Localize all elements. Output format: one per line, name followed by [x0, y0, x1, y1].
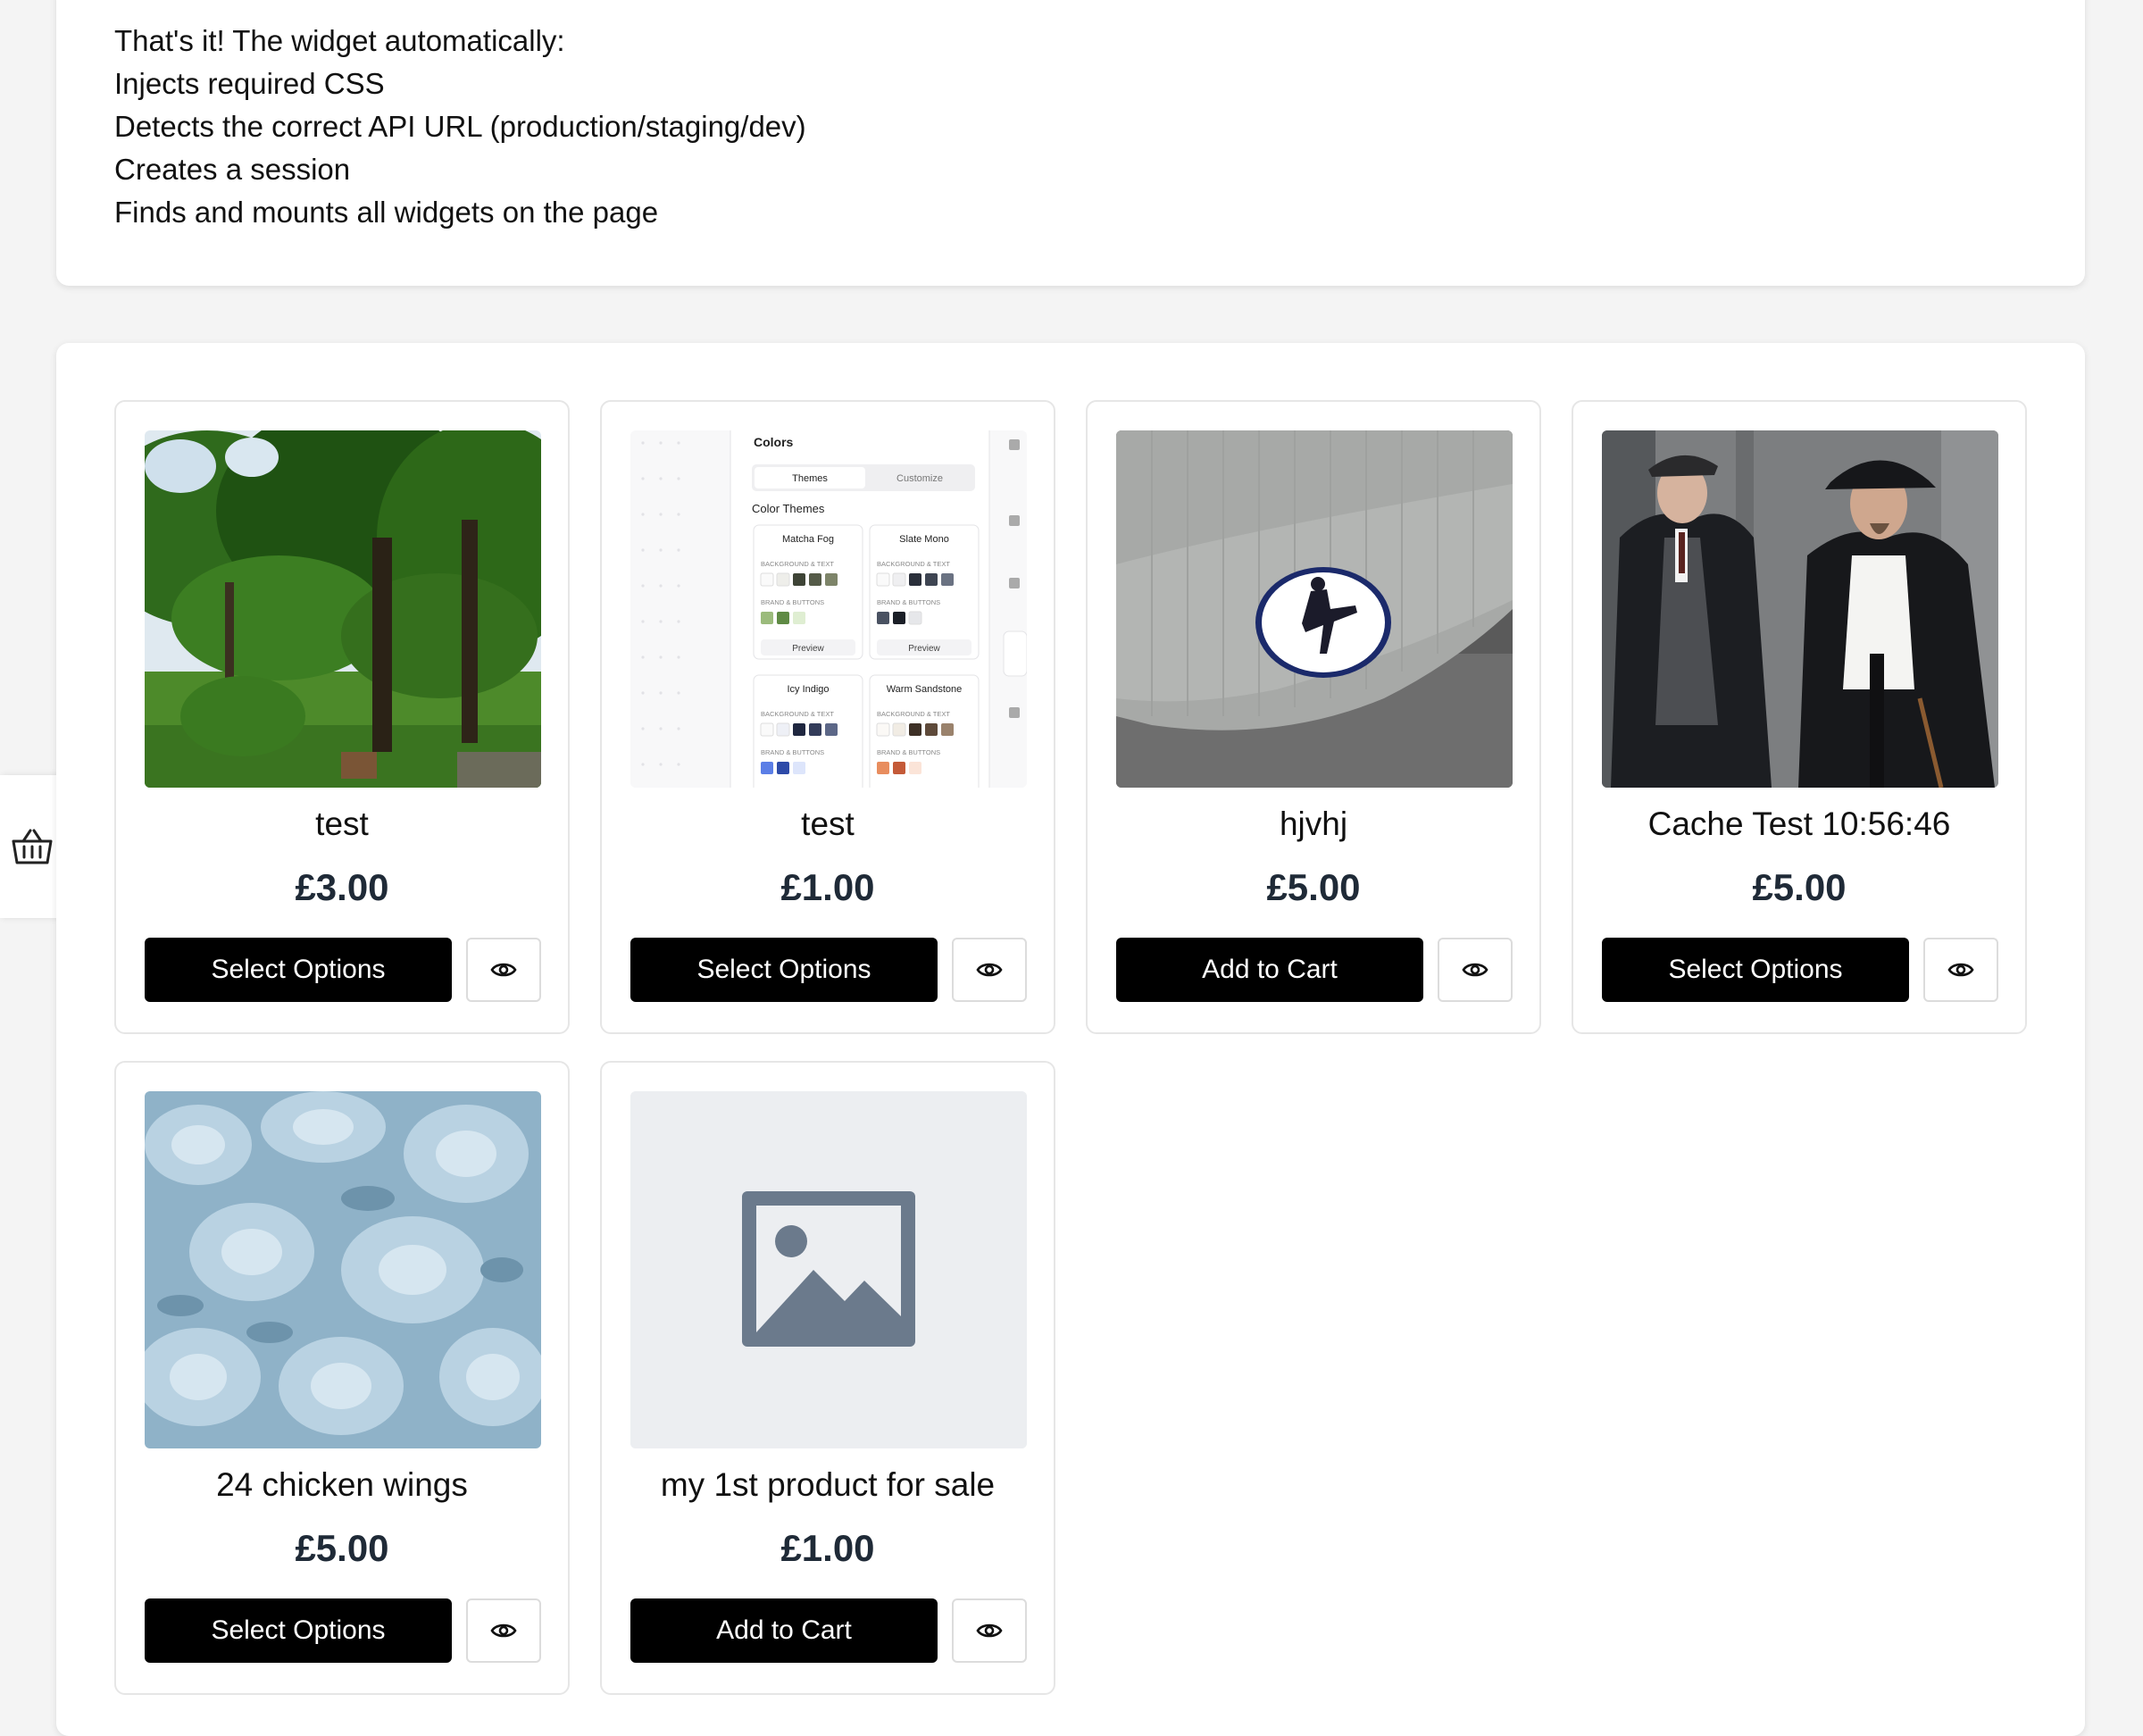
- screenshot-brand-label: BRAND & BUTTONS: [761, 748, 824, 756]
- grey-beanie-image: [1116, 430, 1513, 788]
- quick-view-button[interactable]: [466, 938, 541, 1002]
- product-card: hjvhj £5.00 Add to Cart: [1086, 400, 1541, 1034]
- screenshot-theme-name: Matcha Fog: [782, 534, 834, 545]
- two-men-coats-image: [1602, 430, 1998, 788]
- select-options-button[interactable]: Select Options: [145, 1598, 452, 1663]
- info-line: That's it! The widget automatically:: [114, 24, 565, 57]
- product-image[interactable]: [1116, 430, 1513, 788]
- select-options-button[interactable]: Select Options: [145, 938, 452, 1002]
- screenshot-preview-label: Preview: [792, 644, 824, 654]
- screenshot-theme-name: Warm Sandstone: [887, 684, 963, 695]
- product-name[interactable]: test: [602, 805, 1054, 843]
- product-card: test £3.00 Select Options: [114, 400, 570, 1034]
- product-image[interactable]: [1602, 430, 1998, 788]
- product-price: £3.00: [295, 866, 389, 908]
- product-image[interactable]: [630, 1091, 1027, 1448]
- product-image[interactable]: [145, 1091, 541, 1448]
- screenshot-theme-name: Icy Indigo: [787, 684, 829, 695]
- screenshot-brand-label: BRAND & BUTTONS: [877, 598, 940, 606]
- screenshot-brand-label: BRAND & BUTTONS: [877, 748, 940, 756]
- product-name[interactable]: test: [116, 805, 568, 843]
- widget-info-lines: That's it! The widget automatically: Inj…: [114, 20, 806, 234]
- screenshot-tab-customize: Customize: [896, 473, 943, 484]
- widget-info-card: That's it! The widget automatically: Inj…: [56, 0, 2085, 286]
- screenshot-tab-themes: Themes: [792, 473, 828, 484]
- eye-icon: [976, 963, 1003, 977]
- info-line: Detects the correct API URL (production/…: [114, 110, 806, 143]
- product-name[interactable]: Cache Test 10:56:46: [1573, 805, 2025, 843]
- screenshot-bg-label: BACKGROUND & TEXT: [761, 710, 834, 718]
- product-image[interactable]: [145, 430, 541, 788]
- quick-view-button[interactable]: [1438, 938, 1513, 1002]
- cart-toggle-tab[interactable]: [0, 775, 64, 918]
- quick-view-button[interactable]: [952, 938, 1027, 1002]
- screenshot-bg-label: BACKGROUND & TEXT: [877, 710, 950, 718]
- product-card: Colors Themes Customize Color Themes Mat…: [600, 400, 1055, 1034]
- product-card: Cache Test 10:56:46 £5.00 Select Options: [1572, 400, 2027, 1034]
- add-to-cart-button[interactable]: Add to Cart: [630, 1598, 938, 1663]
- product-image[interactable]: Colors Themes Customize Color Themes Mat…: [630, 430, 1027, 788]
- product-card: 24 chicken wings £5.00 Select Options: [114, 1061, 570, 1695]
- product-name[interactable]: 24 chicken wings: [116, 1466, 568, 1504]
- eye-icon: [1462, 963, 1488, 977]
- screenshot-theme-name: Slate Mono: [899, 534, 949, 545]
- basket-icon: [12, 829, 53, 864]
- screenshot-bg-label: BACKGROUND & TEXT: [877, 560, 950, 568]
- info-line: Injects required CSS: [114, 67, 385, 100]
- eye-icon: [1947, 963, 1974, 977]
- info-line: Creates a session: [114, 153, 351, 186]
- screenshot-brand-label: BRAND & BUTTONS: [761, 598, 824, 606]
- screenshot-section: Color Themes: [752, 502, 825, 515]
- quick-view-button[interactable]: [952, 1598, 1027, 1663]
- add-to-cart-button[interactable]: Add to Cart: [1116, 938, 1423, 1002]
- eye-icon: [976, 1623, 1003, 1638]
- succulents-image: [145, 1091, 541, 1448]
- product-price: £5.00: [1266, 866, 1361, 908]
- screenshot-heading: Colors: [754, 435, 794, 449]
- park-trees-image: [145, 430, 541, 788]
- product-name[interactable]: my 1st product for sale: [602, 1466, 1054, 1504]
- screenshot-bg-label: BACKGROUND & TEXT: [761, 560, 834, 568]
- quick-view-button[interactable]: [466, 1598, 541, 1663]
- eye-icon: [490, 963, 517, 977]
- product-grid-card: test £3.00 Select Options Colors Themes …: [56, 343, 2085, 1736]
- screenshot-preview-label: Preview: [908, 644, 940, 654]
- product-price: £1.00: [780, 866, 875, 908]
- quick-view-button[interactable]: [1923, 938, 1998, 1002]
- select-options-button[interactable]: Select Options: [630, 938, 938, 1002]
- image-placeholder-icon: [630, 1091, 1027, 1448]
- product-card: my 1st product for sale £1.00 Add to Car…: [600, 1061, 1055, 1695]
- product-price: £1.00: [780, 1527, 875, 1569]
- color-themes-screenshot-image: Colors Themes Customize Color Themes Mat…: [630, 430, 1027, 788]
- product-name[interactable]: hjvhj: [1088, 805, 1539, 843]
- product-price: £5.00: [295, 1527, 389, 1569]
- eye-icon: [490, 1623, 517, 1638]
- info-line: Finds and mounts all widgets on the page: [114, 196, 659, 229]
- product-price: £5.00: [1752, 866, 1847, 908]
- select-options-button[interactable]: Select Options: [1602, 938, 1909, 1002]
